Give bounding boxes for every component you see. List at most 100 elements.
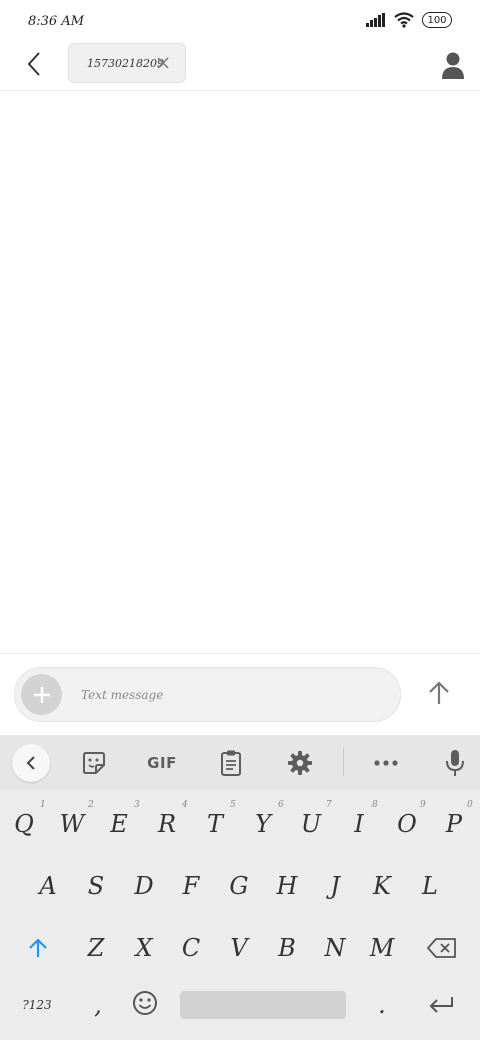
sticker-button[interactable] [80, 749, 108, 777]
key-label: S [87, 872, 105, 900]
comma-label: , [94, 991, 102, 1019]
key-t[interactable]: T [197, 804, 233, 844]
key-hint: 7 [326, 800, 332, 810]
key-label: V [230, 934, 248, 962]
gif-label: GIF [147, 754, 177, 772]
key-label: P [445, 810, 463, 838]
microphone-icon [446, 750, 464, 776]
message-input[interactable] [79, 684, 383, 706]
gear-icon [288, 751, 312, 775]
key-label: O [397, 810, 417, 838]
key-label: F [182, 872, 200, 900]
conversation-header: 15730218209 [0, 42, 480, 91]
key-h[interactable]: H [269, 866, 305, 906]
key-a[interactable]: A [30, 866, 66, 906]
symbols-key[interactable]: ?123 [16, 988, 58, 1022]
gif-button[interactable]: GIF [145, 749, 179, 777]
keyboard-collapse-button[interactable] [12, 744, 50, 782]
backspace-key[interactable] [420, 928, 464, 968]
key-label: B [278, 934, 296, 962]
key-label: H [276, 872, 298, 900]
key-label: U [300, 810, 322, 838]
key-label: M [369, 934, 395, 962]
key-y[interactable]: Y [245, 804, 281, 844]
shift-arrow-icon [29, 938, 47, 957]
message-list [0, 91, 480, 653]
contact-button[interactable] [440, 50, 466, 80]
emoji-key[interactable] [128, 986, 162, 1020]
attach-button[interactable] [21, 674, 62, 715]
key-label: R [157, 810, 177, 838]
key-n[interactable]: N [317, 928, 353, 968]
comma-key[interactable]: , [84, 988, 112, 1022]
key-hint: 4 [182, 800, 188, 810]
period-key[interactable]: . [368, 988, 396, 1022]
battery-indicator: 100 [422, 12, 452, 28]
key-k[interactable]: K [364, 866, 400, 906]
back-button[interactable] [20, 50, 48, 78]
toolbar-divider [343, 748, 344, 776]
key-x[interactable]: X [126, 928, 162, 968]
period-label: . [378, 991, 386, 1019]
settings-button[interactable] [286, 749, 314, 777]
key-m[interactable]: M [364, 928, 400, 968]
key-label: Z [87, 934, 105, 962]
key-label: L [422, 872, 438, 900]
key-hint: 6 [278, 800, 284, 810]
recipient-chip[interactable]: 15730218209 [68, 43, 186, 83]
shift-key[interactable] [18, 928, 58, 968]
key-j[interactable]: J [317, 866, 353, 906]
close-icon[interactable] [155, 55, 171, 71]
compose-divider [0, 653, 480, 654]
key-z[interactable]: Z [78, 928, 114, 968]
wifi-icon [394, 12, 414, 28]
recipient-number: 15730218209 [87, 56, 164, 70]
key-label: N [324, 934, 346, 962]
key-s[interactable]: S [78, 866, 114, 906]
enter-key[interactable] [424, 988, 458, 1022]
send-button[interactable] [424, 676, 454, 710]
voice-input-button[interactable] [441, 749, 469, 777]
key-e[interactable]: E [101, 804, 137, 844]
clipboard-button[interactable] [217, 749, 245, 777]
space-key[interactable] [180, 991, 346, 1019]
key-label: I [354, 810, 364, 838]
key-label: J [330, 872, 340, 900]
more-horizontal-icon [374, 760, 398, 766]
status-time: 8:36 AM [28, 14, 85, 29]
sticker-icon [83, 752, 105, 774]
keyboard: Q W E R T Y U I O P 1 2 3 4 5 6 7 8 9 0 … [0, 790, 480, 1040]
key-l[interactable]: L [412, 866, 448, 906]
key-w[interactable]: W [54, 804, 90, 844]
key-label: D [134, 872, 154, 900]
key-o[interactable]: O [389, 804, 425, 844]
clipboard-icon [221, 750, 241, 776]
key-q[interactable]: Q [6, 804, 42, 844]
smiley-icon [133, 991, 157, 1015]
key-label: C [181, 934, 201, 962]
compose-bar [14, 667, 401, 722]
keyboard-toolbar: GIF [0, 735, 480, 790]
chevron-left-icon [26, 756, 35, 770]
key-c[interactable]: C [173, 928, 209, 968]
backspace-icon [427, 938, 456, 958]
status-icons: 100 [366, 12, 452, 28]
arrow-up-icon [429, 681, 449, 704]
key-hint: 9 [420, 800, 426, 810]
key-g[interactable]: G [221, 866, 257, 906]
key-u[interactable]: U [293, 804, 329, 844]
key-hint: 2 [88, 800, 94, 810]
key-label: Q [14, 810, 34, 838]
key-i[interactable]: I [341, 804, 377, 844]
key-d[interactable]: D [126, 866, 162, 906]
more-button[interactable] [372, 749, 400, 777]
key-v[interactable]: V [221, 928, 257, 968]
enter-arrow-icon [429, 997, 453, 1013]
key-label: Y [255, 810, 271, 838]
signal-icon [366, 13, 385, 27]
key-b[interactable]: B [269, 928, 305, 968]
key-r[interactable]: R [149, 804, 185, 844]
key-p[interactable]: P [436, 804, 472, 844]
chevron-left-icon [27, 52, 40, 76]
key-f[interactable]: F [173, 866, 209, 906]
